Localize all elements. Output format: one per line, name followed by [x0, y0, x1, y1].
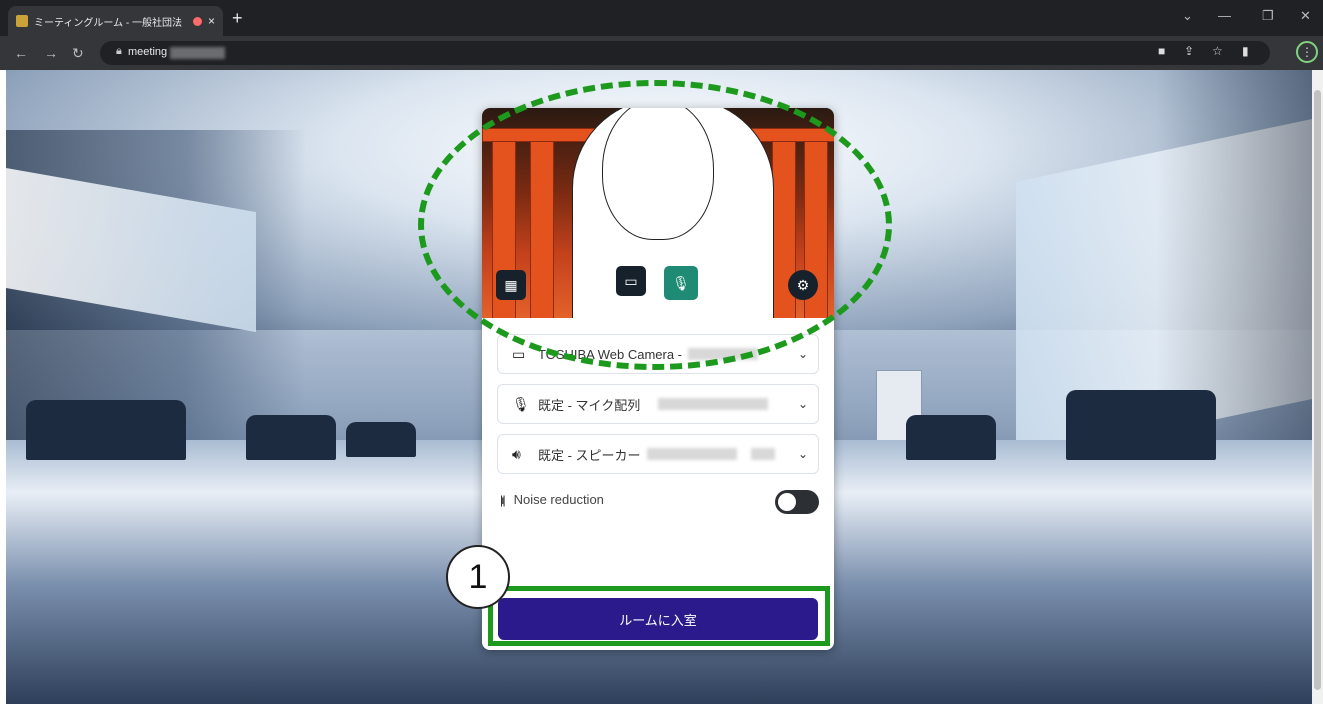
redacted-text — [646, 448, 737, 460]
tab-title: ミーティングルーム - 一般社団法 — [34, 17, 182, 29]
highlight-rectangle — [488, 586, 830, 646]
noise-reduction-icon: |ı| — [500, 492, 505, 507]
noise-reduction-row: |ı| Noise reduction — [500, 492, 604, 507]
redacted-text — [658, 398, 769, 410]
tab-search-icon[interactable]: ⌄ — [1182, 8, 1193, 24]
scrollbar-thumb[interactable] — [1314, 90, 1321, 690]
url-redacted — [170, 47, 225, 59]
tab-close-button[interactable]: × — [208, 14, 215, 28]
favicon-icon — [16, 15, 28, 27]
speaker-select-label: 既定 - スピーカー — [538, 447, 641, 463]
minimize-button[interactable]: — — [1218, 8, 1231, 23]
chair — [1066, 390, 1216, 460]
new-tab-button[interactable]: + — [232, 8, 243, 29]
tab-strip: ミーティングルーム - 一般社団法 × + ⌄ — ❐ ✕ — [0, 0, 1323, 36]
camera-icon: ▭ — [512, 345, 526, 362]
forward-icon[interactable]: → — [44, 45, 58, 61]
chevron-down-icon: ⌄ — [797, 397, 808, 411]
browser-tab[interactable]: ミーティングルーム - 一般社団法 × — [8, 6, 223, 36]
chair — [906, 415, 996, 460]
redacted-text — [750, 448, 775, 460]
toggle-knob — [778, 493, 796, 511]
side-panel-icon[interactable]: ▮ — [1242, 44, 1249, 58]
step-number-badge: 1 — [446, 545, 510, 609]
bookmark-star-icon[interactable]: ☆ — [1212, 44, 1223, 58]
restore-button[interactable]: ❐ — [1262, 8, 1274, 24]
chevron-down-icon: ⌄ — [797, 347, 808, 361]
microphone-icon: 🎙︎ — [512, 395, 530, 412]
browser-menu-button[interactable]: ⋮ — [1296, 41, 1318, 63]
url-text[interactable]: meeting — [128, 46, 167, 58]
chair — [346, 422, 416, 457]
microphone-select-label: 既定 - マイク配列 — [538, 397, 641, 413]
lock-icon[interactable]: 🔒︎ — [116, 45, 122, 58]
chevron-down-icon: ⌄ — [797, 447, 808, 461]
back-icon[interactable]: ← — [14, 45, 28, 61]
speaker-icon: 🔊︎ — [512, 445, 521, 462]
share-icon[interactable]: ⇪ — [1184, 44, 1194, 58]
speaker-select[interactable]: 🔊︎ 既定 - スピーカー ⌄ — [497, 434, 819, 474]
address-bar[interactable] — [100, 41, 1270, 65]
reload-icon[interactable]: ↻ — [72, 45, 84, 62]
microphone-select[interactable]: 🎙︎ 既定 - マイク配列 ⌄ — [497, 384, 819, 424]
noise-reduction-toggle[interactable] — [775, 490, 819, 514]
camera-in-use-icon[interactable]: ■ — [1158, 44, 1165, 58]
noise-reduction-label: Noise reduction — [513, 492, 604, 507]
recording-indicator-icon — [192, 16, 202, 26]
close-window-button[interactable]: ✕ — [1300, 8, 1311, 24]
chair — [246, 415, 336, 460]
highlight-ellipse — [418, 80, 892, 370]
chair — [26, 400, 186, 460]
